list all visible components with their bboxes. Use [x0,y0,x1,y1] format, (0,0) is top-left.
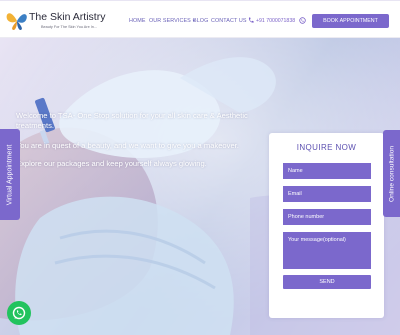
hero-section: Welcome to TSA- One Stop solution for yo… [0,38,400,335]
hero-intro-text: Welcome to TSA- One Stop solution for yo… [16,111,248,130]
phone-number: +91 7000071838 [256,18,296,24]
name-input[interactable] [283,163,371,179]
phone-input[interactable] [283,209,371,225]
nav-home[interactable]: HOME [129,18,146,24]
nav-contact-us[interactable]: CONTACT US [211,18,247,24]
phone-icon [248,17,254,23]
nav-our-services[interactable]: OUR SERVICES▼ [149,18,196,24]
hero-quest-text: You are in quest of a beauty, and we wan… [16,141,239,150]
send-button[interactable]: SEND [283,275,371,289]
nav-our-services-label: OUR SERVICES [149,18,191,24]
brand-name: The Skin Artistry [29,11,106,23]
online-consultation-tab[interactable]: Online consultation [383,130,400,217]
online-consultation-label: Online consultation [388,145,395,202]
nav-blog[interactable]: BLOG [193,18,208,24]
form-title: INQUIRE NOW [296,143,357,152]
logo[interactable]: The Skin Artistry Beauty For The Skin Yo… [5,5,125,35]
brand-tagline: Beauty For The Skin You Are In... [41,25,98,29]
hero-explore-text: Explore our packages and keep yourself a… [16,159,207,168]
whatsapp-icon [12,306,26,320]
butterfly-logo-icon [6,13,27,30]
whatsapp-icon[interactable] [299,17,306,24]
virtual-appointment-label: Virtual Appointment [6,144,14,205]
email-input[interactable] [283,186,371,202]
inquire-form: INQUIRE NOW Your message(optional) SEND [269,133,384,318]
whatsapp-float-button[interactable] [7,301,31,325]
virtual-appointment-tab[interactable]: Virtual Appointment [0,129,20,220]
site-header: The Skin Artistry Beauty For The Skin Yo… [0,0,400,38]
message-textarea[interactable]: Your message(optional) [283,232,371,269]
book-appointment-button[interactable]: BOOK APPOINTMENT [312,14,389,28]
